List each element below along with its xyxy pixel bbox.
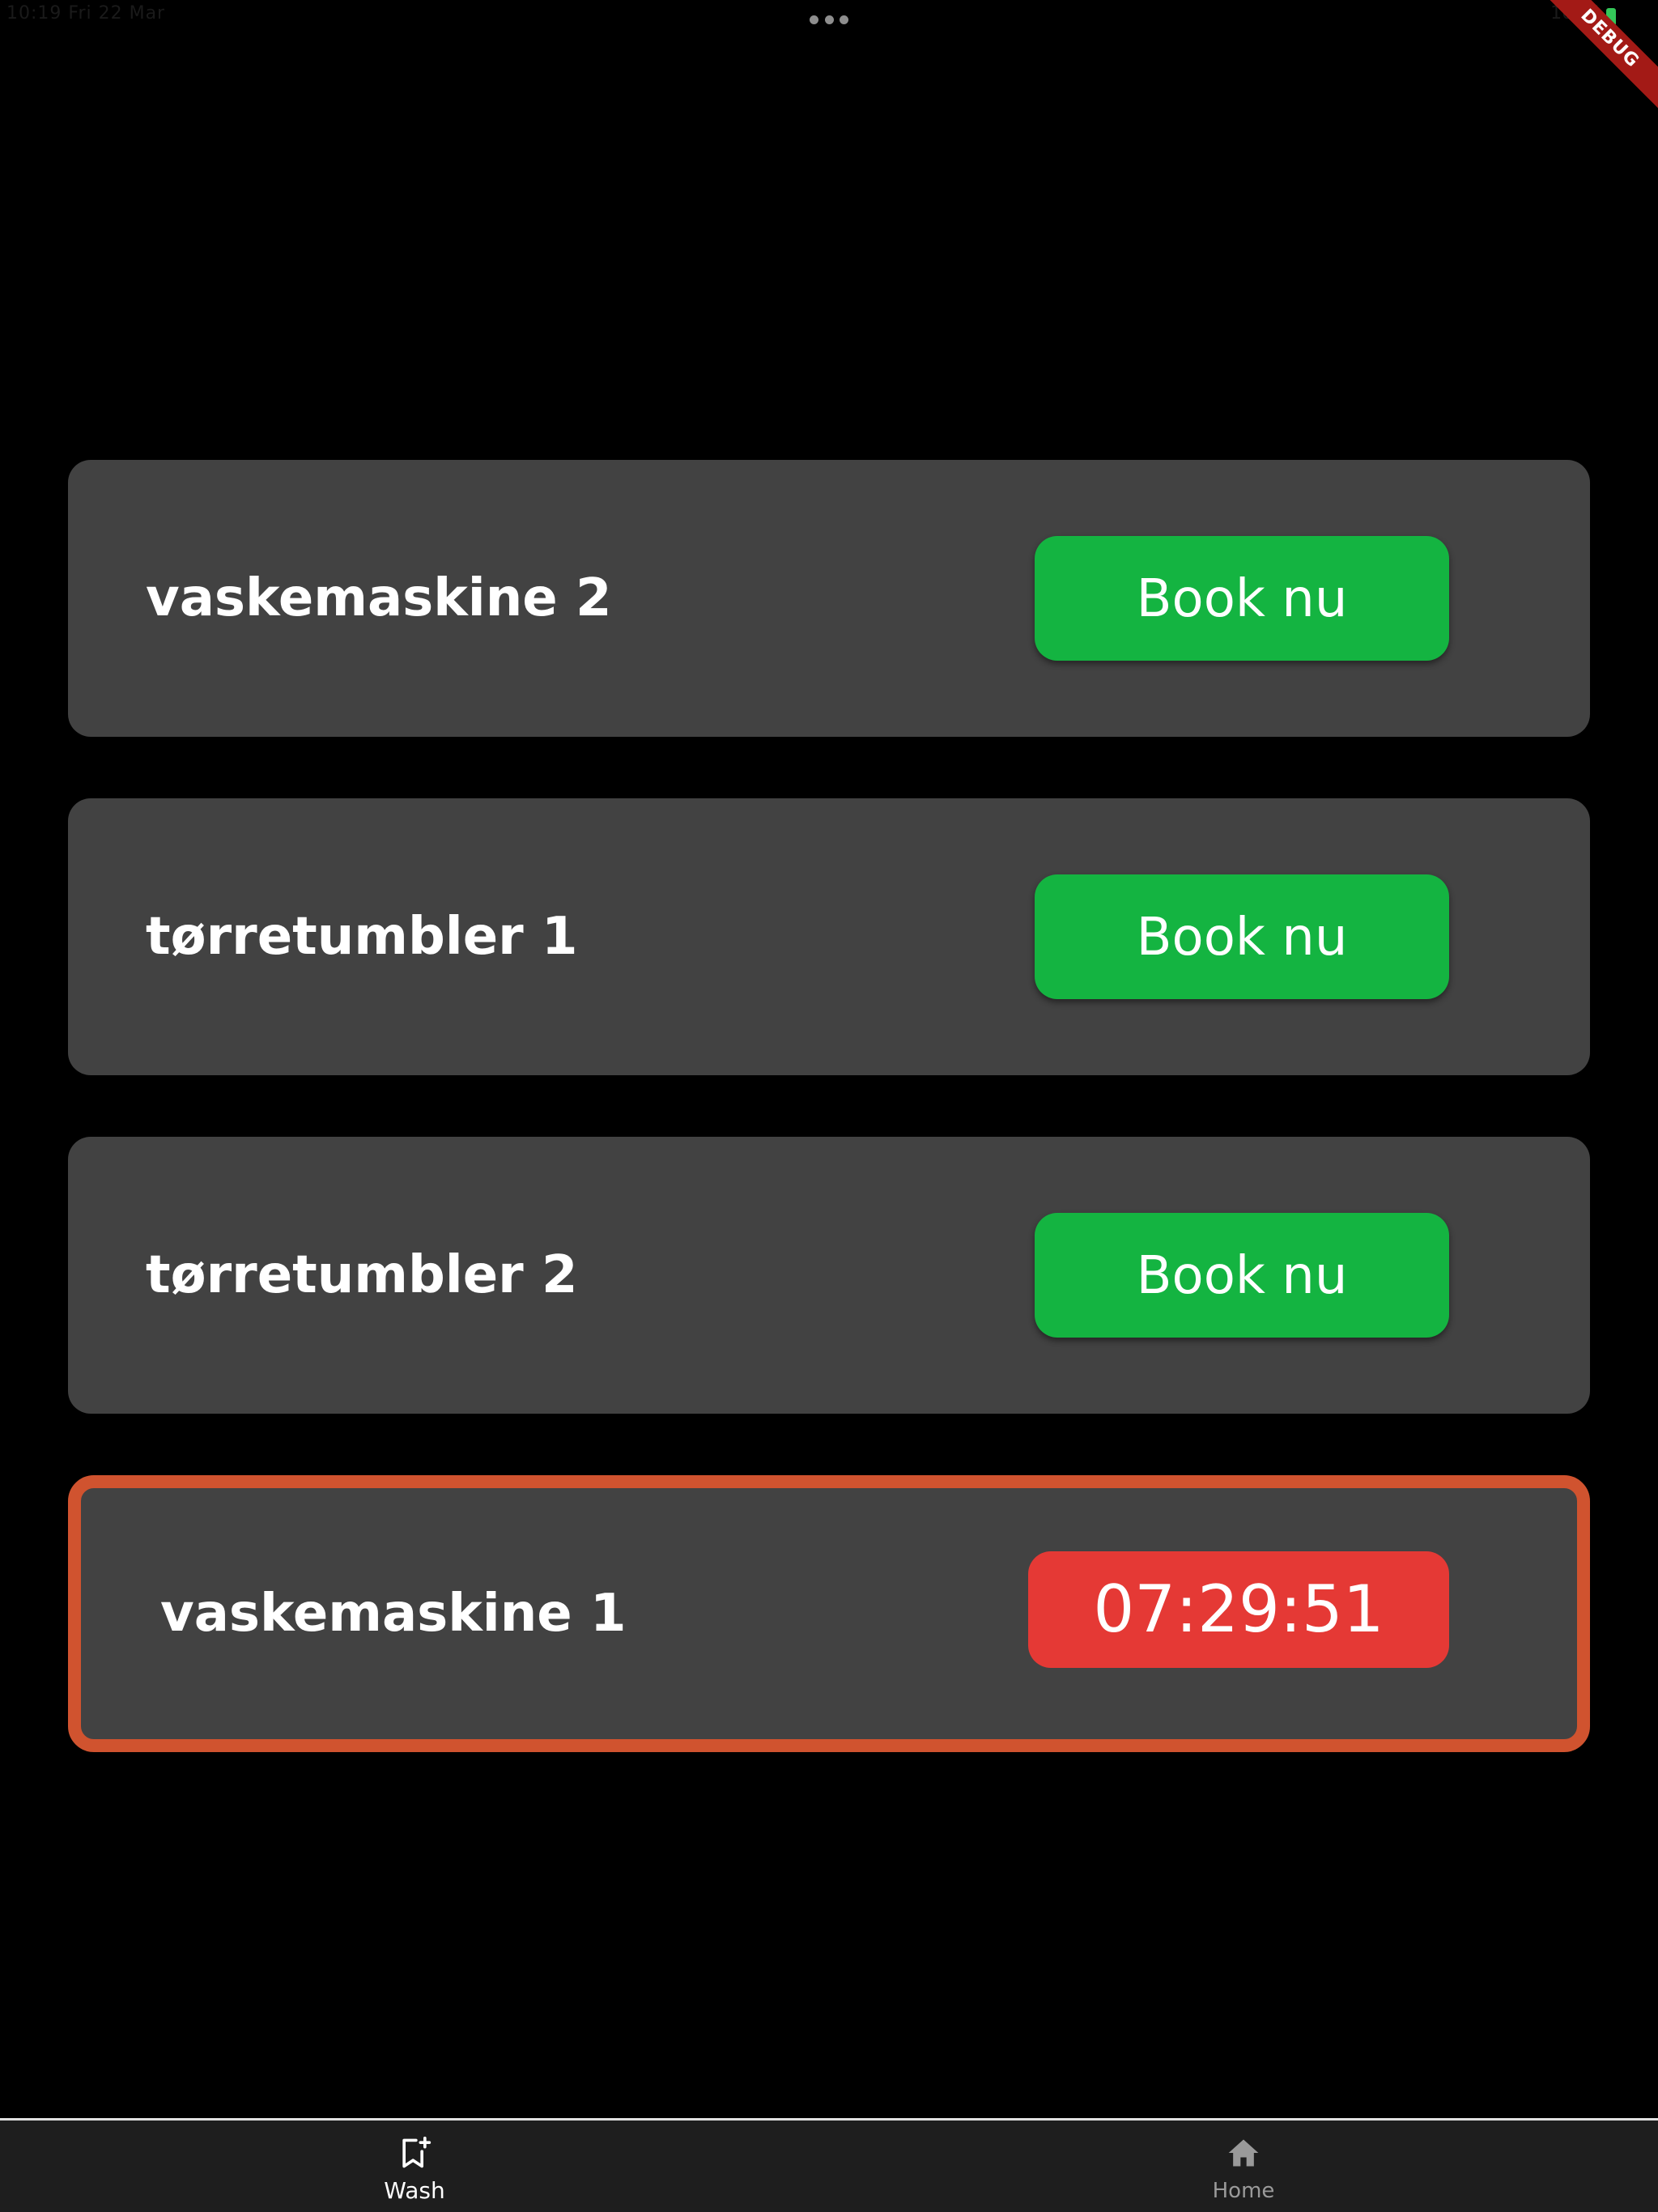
machine-card: vaskemaskine 2 Book nu: [68, 460, 1590, 737]
home-icon: [1228, 2139, 1259, 2167]
machine-card: tørretumbler 1 Book nu: [68, 798, 1590, 1075]
machine-card: tørretumbler 2 Book nu: [68, 1137, 1590, 1414]
battery-icon: [1606, 8, 1616, 26]
nav-label-home: Home: [1212, 2179, 1275, 2203]
machine-list: vaskemaskine 2 Book nu tørretumbler 1 Bo…: [68, 460, 1590, 1814]
status-bar: 10:19 Fri 22 Mar 100%: [0, 0, 1658, 39]
countdown-timer-badge: 07:29:51: [1028, 1551, 1449, 1668]
status-time: 10:19 Fri 22 Mar: [6, 3, 166, 23]
machine-name: vaskemaskine 2: [146, 568, 612, 628]
status-indicators: 100%: [1550, 3, 1601, 23]
nav-item-wash[interactable]: Wash: [0, 2121, 829, 2212]
machine-name: vaskemaskine 1: [160, 1584, 627, 1644]
book-now-button[interactable]: Book nu: [1035, 536, 1449, 661]
bottom-navigation-bar: Wash Home: [0, 2118, 1658, 2212]
book-now-button[interactable]: Book nu: [1035, 874, 1449, 999]
machine-name: tørretumbler 1: [146, 907, 578, 967]
book-now-button[interactable]: Book nu: [1035, 1213, 1449, 1338]
bookmark-add-icon: [402, 2136, 432, 2168]
active-booking-card: vaskemaskine 1 07:29:51: [68, 1475, 1590, 1752]
multitasking-dots-icon[interactable]: [810, 14, 848, 25]
nav-label-wash: Wash: [384, 2177, 445, 2204]
machine-name: tørretumbler 2: [146, 1245, 578, 1305]
nav-item-home[interactable]: Home: [829, 2121, 1658, 2212]
